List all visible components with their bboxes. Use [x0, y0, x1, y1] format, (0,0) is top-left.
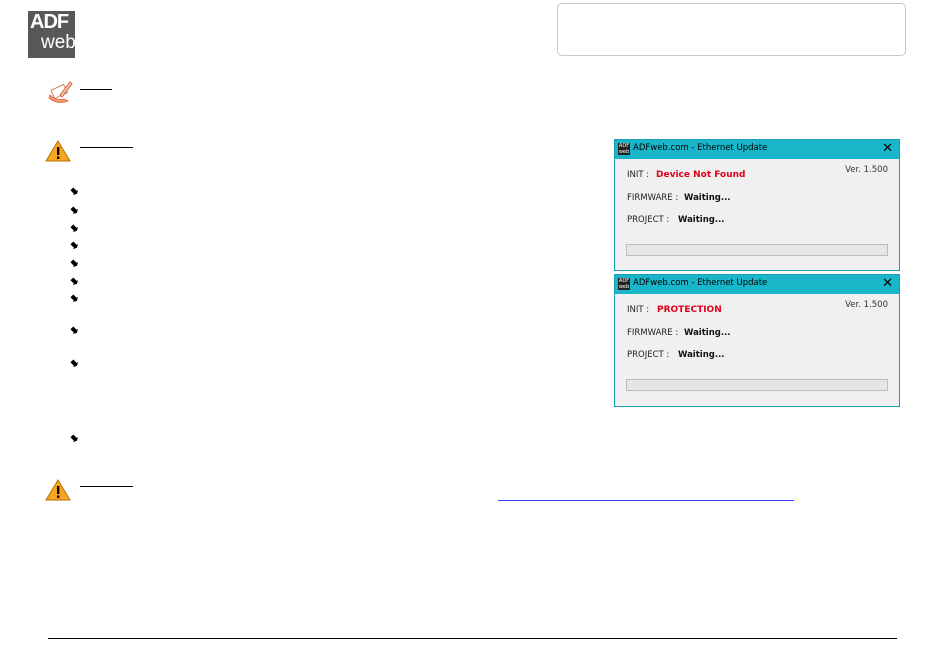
bullet-arrow-icon: [70, 326, 78, 334]
warning-triangle-icon: [45, 479, 71, 501]
version-label: Ver. 1.500: [845, 300, 888, 310]
window-title: ADFweb.com - Ethernet Update: [633, 143, 768, 153]
init-status: PROTECTION: [657, 305, 722, 315]
bullet-arrow-icon: [70, 294, 78, 302]
document-header-box: [557, 3, 906, 56]
note-pencil-icon: [48, 81, 73, 103]
hyperlink-underline[interactable]: [498, 500, 794, 501]
init-label: INIT :: [627, 305, 650, 315]
warning-heading-underline: [80, 147, 133, 148]
app-icon: ADF web: [618, 143, 630, 155]
project-status: Waiting...: [678, 215, 725, 225]
project-status: Waiting...: [678, 350, 725, 360]
footer-divider: [48, 638, 897, 639]
close-icon[interactable]: ✕: [882, 276, 893, 291]
logo-text-web: web: [41, 32, 76, 53]
bullet-arrow-icon: [70, 206, 78, 214]
project-label: PROJECT :: [627, 215, 670, 225]
ethernet-update-window-device-not-found: ADF web ADFweb.com - Ethernet Update ✕ V…: [614, 139, 900, 271]
firmware-status: Waiting...: [684, 328, 731, 338]
window-titlebar: ADF web ADFweb.com - Ethernet Update ✕: [615, 140, 899, 159]
update-progress-bar: [626, 244, 888, 256]
firmware-label: FIRMWARE :: [627, 193, 679, 203]
ethernet-update-window-protection: ADF web ADFweb.com - Ethernet Update ✕ V…: [614, 274, 900, 407]
bullet-arrow-icon: [70, 187, 78, 195]
init-label: INIT :: [627, 170, 650, 180]
bullet-arrow-icon: [70, 359, 78, 367]
bullet-arrow-icon: [70, 241, 78, 249]
firmware-label: FIRMWARE :: [627, 328, 679, 338]
logo-text-adf: ADF: [30, 11, 69, 33]
bullet-arrow-icon: [70, 259, 78, 267]
version-label: Ver. 1.500: [845, 165, 888, 175]
bullet-arrow-icon: [70, 277, 78, 285]
bullet-arrow-icon: [70, 434, 78, 442]
close-icon[interactable]: ✕: [882, 141, 893, 156]
window-title: ADFweb.com - Ethernet Update: [633, 278, 768, 288]
project-label: PROJECT :: [627, 350, 670, 360]
init-status: Device Not Found: [656, 170, 746, 180]
update-progress-bar: [626, 379, 888, 391]
window-titlebar: ADF web ADFweb.com - Ethernet Update ✕: [615, 275, 899, 294]
warning-triangle-icon: [45, 140, 71, 162]
note-heading-underline: [80, 89, 112, 90]
firmware-status: Waiting...: [684, 193, 731, 203]
app-icon: ADF web: [618, 278, 630, 290]
bullet-arrow-icon: [70, 224, 78, 232]
warning-heading-underline: [80, 486, 133, 487]
adfweb-logo: ADF web: [28, 11, 76, 58]
